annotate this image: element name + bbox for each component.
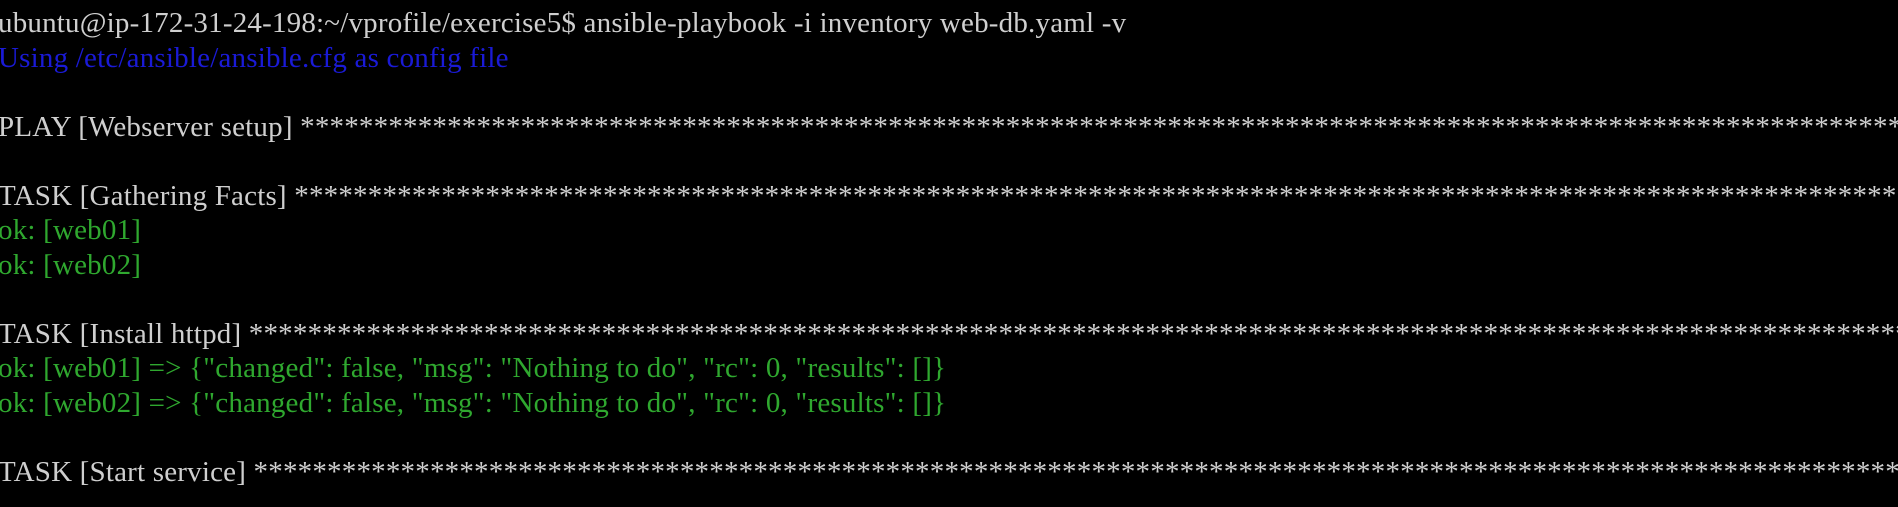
task-start-service-line: TASK [Start service] *******************… — [0, 455, 1898, 488]
command-prompt-line: ubuntu@ip-172-31-24-198:~/vprofile/exerc… — [0, 7, 1127, 39]
ok-web02-httpd-line: ok: [web02] => {"changed": false, "msg":… — [0, 386, 947, 419]
config-info-line: Using /etc/ansible/ansible.cfg as config… — [0, 41, 509, 74]
task-gathering-facts-line: TASK [Gathering Facts] *****************… — [0, 179, 1898, 212]
terminal-window[interactable]: ubuntu@ip-172-31-24-198:~/vprofile/exerc… — [0, 0, 1898, 507]
ok-web01-httpd-line: ok: [web01] => {"changed": false, "msg":… — [0, 352, 947, 384]
play-header-line: PLAY [Webserver setup] *****************… — [0, 110, 1898, 143]
task-install-httpd-line: TASK [Install httpd] *******************… — [0, 317, 1898, 350]
ok-web01-facts-line: ok: [web01] — [0, 214, 142, 246]
ok-web02-facts-line: ok: [web02] — [0, 248, 142, 281]
